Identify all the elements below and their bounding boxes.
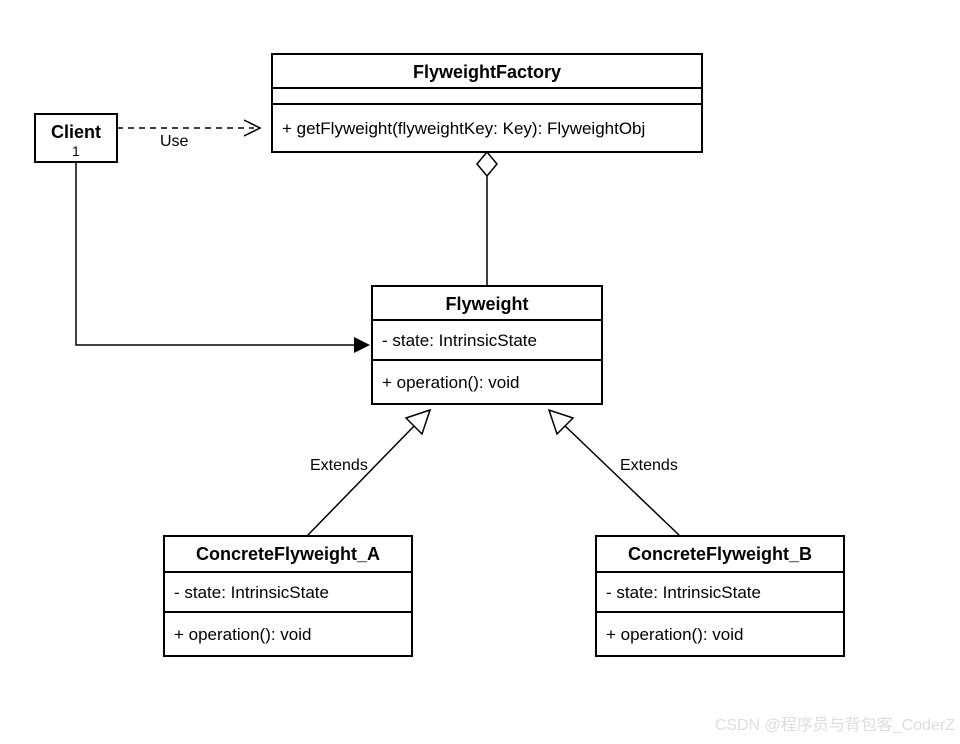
class-client: Client 1 [35, 114, 117, 162]
edge-extends-b: Extends [549, 410, 680, 536]
client-name: Client [51, 122, 101, 142]
flyweight-attr: - state: IntrinsicState [382, 331, 537, 350]
flyweight-name: Flyweight [445, 294, 528, 314]
factory-name: FlyweightFactory [413, 62, 561, 82]
edge-extends-b-label: Extends [620, 457, 678, 474]
concrete-b-attr: - state: IntrinsicState [606, 583, 761, 602]
concrete-b-name: ConcreteFlyweight_B [628, 544, 812, 564]
concrete-b-method: + operation(): void [606, 625, 744, 644]
concrete-a-name: ConcreteFlyweight_A [196, 544, 380, 564]
concrete-a-attr: - state: IntrinsicState [174, 583, 329, 602]
class-concrete-b: ConcreteFlyweight_B - state: IntrinsicSt… [596, 536, 844, 656]
class-concrete-a: ConcreteFlyweight_A - state: IntrinsicSt… [164, 536, 412, 656]
class-flyweight-factory: FlyweightFactory + getFlyweight(flyweigh… [272, 54, 702, 152]
client-multiplicity: 1 [72, 143, 80, 159]
edge-client-flyweight [76, 162, 370, 353]
concrete-a-method: + operation(): void [174, 625, 312, 644]
flyweight-method: + operation(): void [382, 373, 520, 392]
edge-extends-a-label: Extends [310, 457, 368, 474]
edge-extends-a: Extends [307, 410, 430, 536]
edge-aggregation [477, 152, 497, 286]
class-flyweight: Flyweight - state: IntrinsicState + oper… [372, 286, 602, 404]
watermark: CSDN @程序员与背包客_CoderZ [715, 716, 956, 734]
edge-use-label: Use [160, 133, 189, 150]
edge-use: Use [117, 120, 260, 150]
factory-method: + getFlyweight(flyweightKey: Key): Flywe… [282, 119, 645, 138]
